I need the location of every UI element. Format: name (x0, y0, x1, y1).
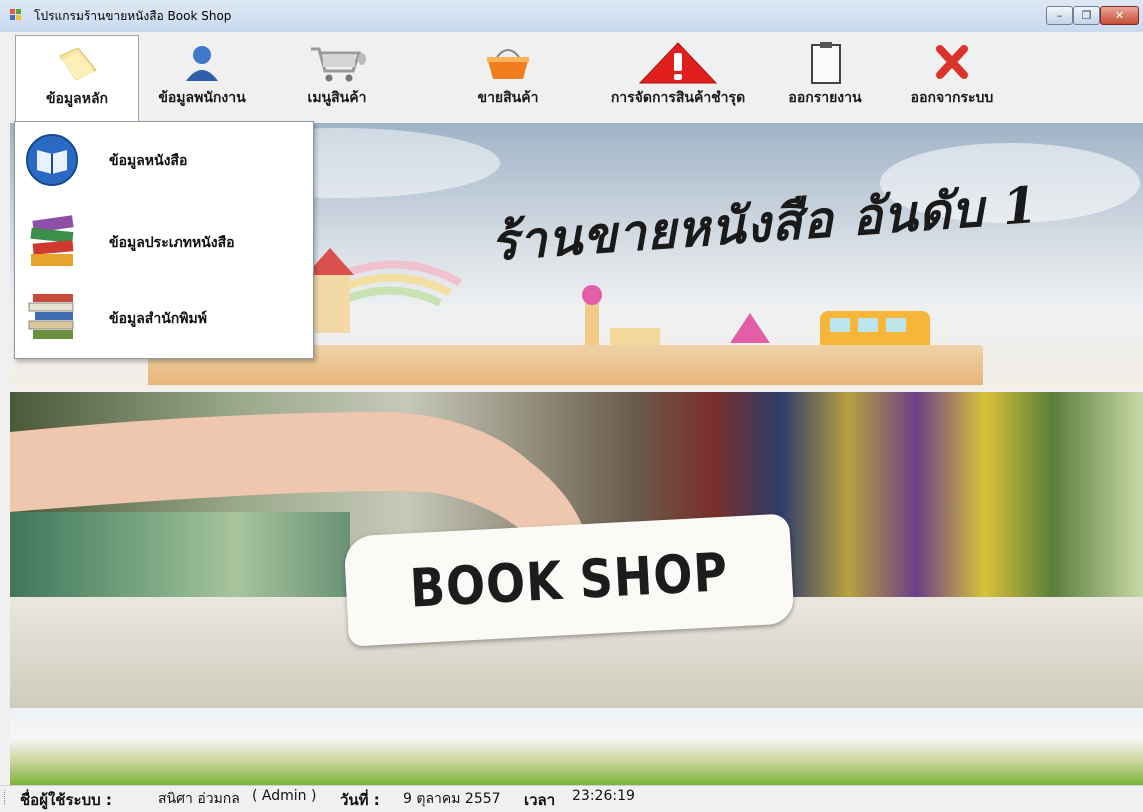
status-time-value: 23:26:19 (572, 788, 635, 804)
dropdown-item-book-types-label: ข้อมูลประเภทหนังสือ (109, 235, 235, 251)
menu-logout-label: ออกจากระบบ (910, 90, 994, 106)
status-user-name: สนิศา อ่วมกล (158, 791, 240, 807)
menu-sell[interactable]: ขายสินค้า (452, 35, 564, 119)
book-icon (26, 134, 78, 186)
dropdown-item-books[interactable]: ข้อมูลหนังสือ (15, 124, 313, 196)
main-menubar: ข้อมูลหลัก ข้อมูลพนักงาน เมนูสินค้า ขายส… (0, 32, 1143, 123)
grass-footer-image (10, 708, 1143, 785)
menu-employee-label: ข้อมูลพนักงาน (158, 90, 246, 106)
status-date-label: วันที่ : (340, 791, 380, 809)
basket-icon (487, 49, 529, 79)
window-title: โปรแกรมร้านขายหนังสือ Book Shop (34, 9, 232, 23)
user-icon (186, 46, 218, 81)
close-button[interactable]: ✕ (1100, 6, 1139, 25)
maximize-button[interactable]: ❐ (1073, 6, 1100, 25)
minimize-button[interactable]: – (1046, 6, 1073, 25)
menu-logout[interactable]: ออกจากระบบ (896, 35, 1008, 119)
menu-main-label: ข้อมูลหลัก (45, 91, 109, 107)
folder-icon (59, 47, 97, 81)
dropdown-item-publishers[interactable]: ข้อมูลสำนักพิมพ์ (15, 282, 313, 354)
menu-employee[interactable]: ข้อมูลพนักงาน (143, 35, 261, 119)
status-user-label: ชื่อผู้ใช้ระบบ : (20, 791, 112, 809)
dropdown-item-books-label: ข้อมูลหนังสือ (109, 153, 188, 169)
app-icon (10, 9, 21, 20)
menu-products-label: เมนูสินค้า (307, 90, 367, 106)
bookshelf-photo: BOOK SHOP (10, 392, 1143, 708)
shopping-cart-icon (311, 47, 366, 82)
menu-sell-label: ขายสินค้า (477, 90, 539, 106)
status-bar: ชื่อผู้ใช้ระบบ : สนิศา อ่วมกล ( Admin ) … (0, 785, 1143, 809)
exit-x-icon (936, 45, 968, 79)
bookshop-sign-text: BOOK SHOP (408, 540, 730, 620)
status-grip (4, 790, 8, 805)
status-date-value: 9 ตุลาคม 2557 (403, 791, 501, 807)
clipboard-icon (811, 42, 841, 84)
status-time-label: เวลา (524, 791, 556, 809)
menu-damaged[interactable]: การจัดการสินค้าชำรุด (598, 35, 758, 119)
menu-main-data[interactable]: ข้อมูลหลัก (15, 35, 139, 123)
status-user-role: ( Admin ) (252, 788, 317, 804)
dropdown-item-book-types[interactable]: ข้อมูลประเภทหนังสือ (15, 206, 313, 278)
book-stack-icon (30, 215, 74, 266)
warning-icon (638, 42, 718, 84)
publisher-books-icon (28, 294, 74, 339)
bookshop-sign: BOOK SHOP (343, 513, 795, 647)
menu-products[interactable]: เมนูสินค้า (287, 35, 387, 119)
menu-report-label: ออกรายงาน (788, 90, 862, 106)
menu-report[interactable]: ออกรายงาน (775, 35, 875, 119)
main-data-dropdown: ข้อมูลหนังสือ ข้อมูลประเภทหนังสือ ข้อมูล… (14, 121, 314, 359)
window-titlebar: โปรแกรมร้านขายหนังสือ Book Shop – ❐ ✕ (0, 0, 1143, 33)
menu-damaged-label: การจัดการสินค้าชำรุด (610, 90, 746, 106)
photo-hand (10, 412, 585, 537)
dropdown-item-publishers-label: ข้อมูลสำนักพิมพ์ (109, 311, 207, 327)
